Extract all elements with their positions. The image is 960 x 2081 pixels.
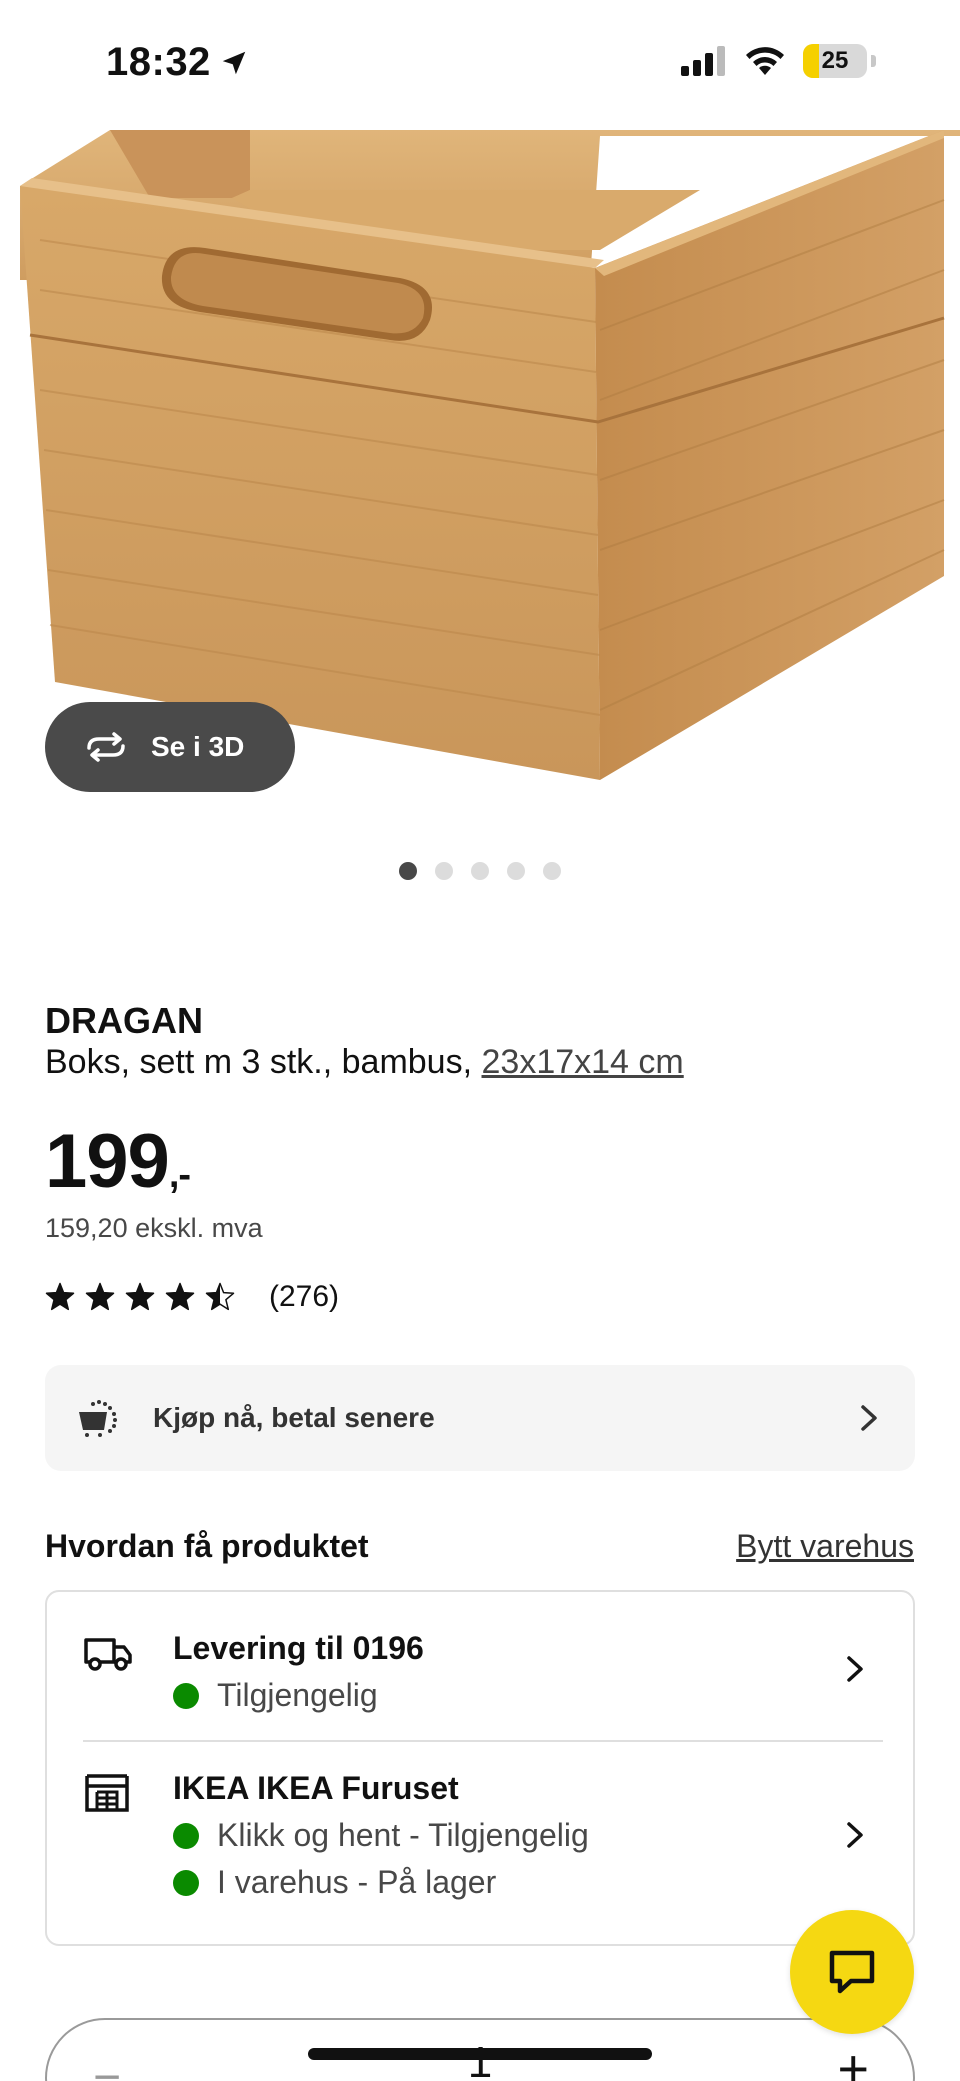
click-collect-status: Klikk og hent - Tilgjengelig	[217, 1817, 589, 1853]
price-suffix: ,-	[168, 1154, 191, 1196]
battery-fill	[803, 44, 819, 78]
star-icon	[205, 1282, 235, 1311]
store-title: IKEA IKEA Furuset	[173, 1770, 459, 1806]
carousel-dot[interactable]	[543, 862, 561, 880]
status-time: 18:32	[106, 40, 249, 85]
carousel-dots[interactable]	[0, 862, 960, 880]
carousel-dot[interactable]	[435, 862, 453, 880]
product-description-text: Boks, sett m 3 stk., bambus,	[45, 1043, 482, 1081]
product-price: 199,-	[45, 1118, 191, 1205]
chevron-right-icon	[847, 1656, 863, 1682]
view-3d-label: Se i 3D	[151, 731, 245, 762]
status-indicators: 25	[679, 44, 876, 78]
star-icon	[165, 1282, 195, 1311]
in-store-status: I varehus - På lager	[217, 1864, 497, 1900]
chevron-right-icon	[847, 1822, 863, 1848]
rating-count: (276)	[269, 1280, 340, 1313]
chevron-right-icon	[861, 1405, 877, 1431]
cart-dotted-icon	[79, 1400, 117, 1437]
fulfillment-heading: Hvordan få produktet	[45, 1528, 369, 1564]
click-collect-availability: Klikk og hent - Tilgjengelig	[173, 1817, 589, 1854]
pay-later-label: Kjøp nå, betal senere	[153, 1402, 435, 1433]
carousel-dot[interactable]	[507, 862, 525, 880]
delivery-availability: Tilgjengelig	[173, 1677, 424, 1714]
price-excl-vat: 159,20 ekskl. mva	[45, 1213, 263, 1243]
rating-stars	[45, 1282, 235, 1312]
product-description: Boks, sett m 3 stk., bambus, 23x17x14 cm	[45, 1043, 684, 1082]
store-option[interactable]: IKEA IKEA Furuset Klikk og hent - Tilgje…	[47, 1742, 913, 1946]
battery-level: 25	[821, 47, 849, 74]
battery-cap	[871, 55, 876, 67]
cellular-signal-icon	[681, 46, 725, 76]
star-icon	[45, 1282, 75, 1311]
status-bar: 18:32 25	[0, 0, 960, 130]
product-rating[interactable]: (276)	[45, 1280, 339, 1314]
fulfillment-card: Levering til 0196 Tilgjengelig IKEA IKEA…	[45, 1590, 915, 1946]
wifi-icon	[746, 47, 784, 75]
store-icon	[85, 1774, 129, 1812]
rotate-3d-icon	[87, 732, 125, 762]
home-indicator[interactable]	[308, 2048, 652, 2060]
location-arrow-icon	[222, 51, 246, 74]
star-icon	[85, 1282, 115, 1311]
delivery-option[interactable]: Levering til 0196 Tilgjengelig	[47, 1592, 913, 1740]
chat-button[interactable]	[790, 1910, 914, 2034]
price-value: 199	[45, 1119, 170, 1204]
chat-bubble-icon	[829, 1950, 875, 1994]
change-store-link[interactable]: Bytt varehus	[736, 1528, 914, 1565]
star-icon	[125, 1282, 155, 1311]
in-store-availability: I varehus - På lager	[173, 1864, 589, 1901]
carousel-dot[interactable]	[399, 862, 417, 880]
available-status-dot	[173, 1682, 199, 1709]
truck-icon	[84, 1638, 132, 1671]
store-details: IKEA IKEA Furuset Klikk og hent - Tilgje…	[173, 1770, 589, 1901]
view-3d-button[interactable]: Se i 3D	[45, 702, 295, 792]
delivery-title: Levering til 0196	[173, 1630, 424, 1666]
delivery-details: Levering til 0196 Tilgjengelig	[173, 1630, 424, 1714]
carousel-dot[interactable]	[471, 862, 489, 880]
product-dimensions-link[interactable]: 23x17x14 cm	[482, 1043, 684, 1081]
clock: 18:32	[106, 40, 211, 84]
quantity-increase-button[interactable]: +	[837, 2038, 869, 2081]
pay-later-button[interactable]: Kjøp nå, betal senere	[45, 1365, 915, 1471]
available-status-dot	[173, 1822, 199, 1849]
battery-icon: 25	[803, 44, 867, 78]
delivery-status: Tilgjengelig	[217, 1677, 378, 1713]
product-name: DRAGAN	[45, 1000, 203, 1041]
available-status-dot	[173, 1869, 199, 1896]
